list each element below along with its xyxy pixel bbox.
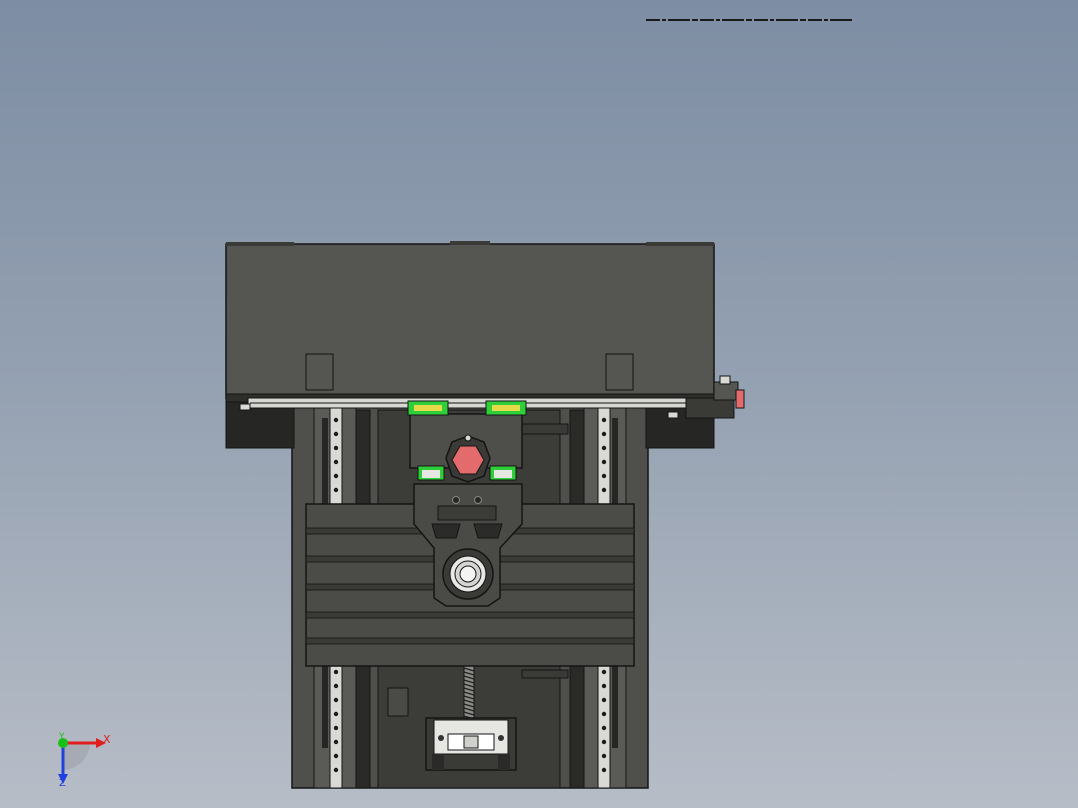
rail-bolt [333, 473, 339, 479]
rail-bolt [601, 669, 607, 675]
rail-bolt [333, 669, 339, 675]
triad-y-label: Y [59, 732, 65, 742]
limit-switch-upper [521, 423, 569, 435]
rail-bolt [601, 431, 607, 437]
rail-bolt [333, 697, 339, 703]
rail-bolt [333, 459, 339, 465]
triad-x-label: X [103, 733, 111, 746]
screw-end-support [425, 717, 517, 771]
rail-bolt [333, 767, 339, 773]
rail-bolt [333, 683, 339, 689]
rail-bolt [601, 473, 607, 479]
rail-bolt [601, 459, 607, 465]
rail-bolt [601, 487, 607, 493]
rail-bolt [333, 711, 339, 717]
rail-bolt [333, 739, 339, 745]
graphics-viewport[interactable]: X Y Z [0, 0, 1078, 808]
rail-bolt [601, 725, 607, 731]
cable-block [387, 687, 409, 717]
rail-bolt [601, 711, 607, 717]
rail-bolt [601, 739, 607, 745]
rail-bolt [601, 683, 607, 689]
rail-bolt [333, 725, 339, 731]
rail-bolt [333, 431, 339, 437]
triad-z-label: Z [59, 778, 66, 789]
rail-bolt [601, 697, 607, 703]
rail-bolt [333, 445, 339, 451]
rail-bolt [601, 753, 607, 759]
rail-bolt [601, 445, 607, 451]
rail-bolt [601, 417, 607, 423]
rail-bolt [333, 753, 339, 759]
limit-switch-lower [521, 669, 569, 679]
rail-bolt [333, 487, 339, 493]
gantry-housing [225, 241, 715, 403]
cnc-machine-model[interactable] [0, 0, 1078, 808]
rail-bolt [333, 417, 339, 423]
rail-bolt [601, 767, 607, 773]
ball-screw [463, 665, 475, 723]
